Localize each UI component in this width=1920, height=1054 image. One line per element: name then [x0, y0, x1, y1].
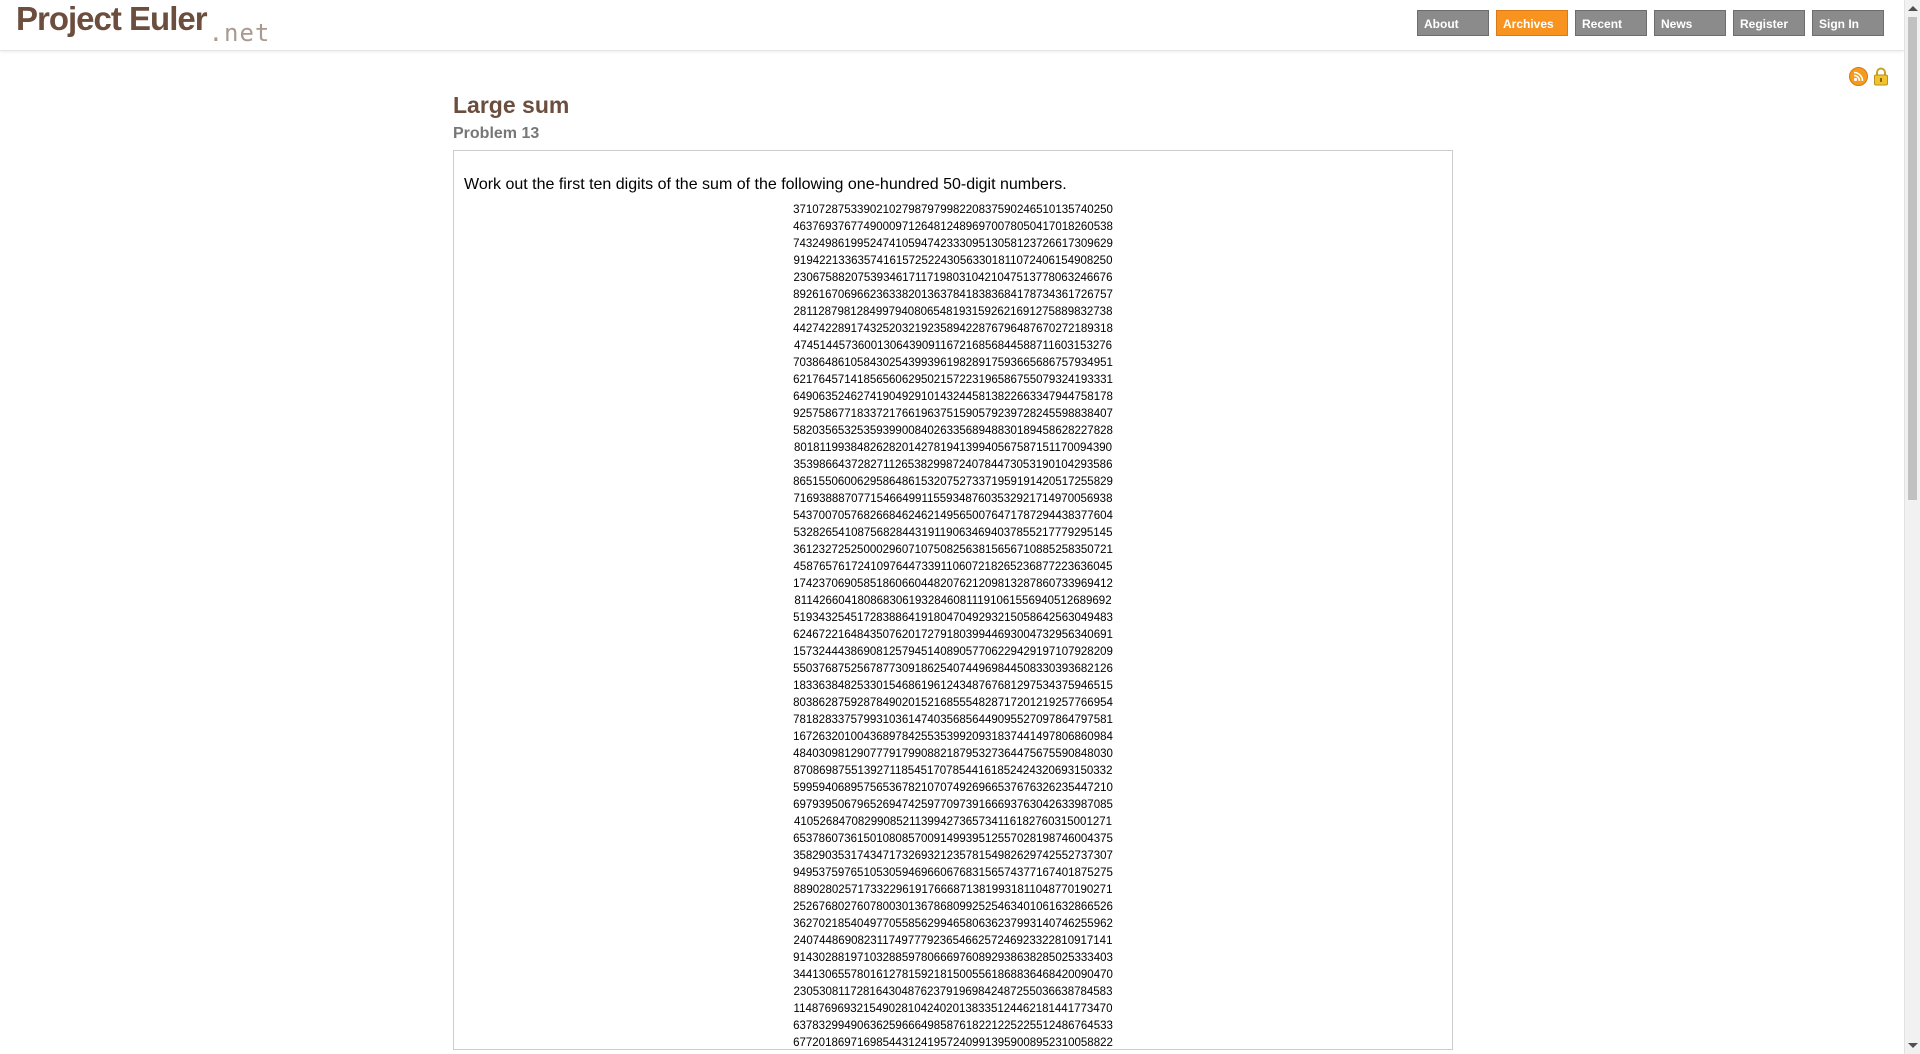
number-line: 4587657617241097644733911060721826523687… [793, 561, 1113, 573]
number-list: 3710728753390210279879799822083759024651… [464, 202, 1442, 1052]
number-line: 8114266041808683061932846081119106155694… [794, 595, 1112, 607]
logo-main-text: Project Euler [16, 0, 208, 37]
number-line: 9495375976510530594696606768315657437716… [793, 867, 1113, 879]
number-line: 9143028819710328859780666976089293863828… [793, 952, 1113, 964]
feed-icons [1849, 67, 1889, 86]
main-nav: About Archives Recent News Register Sign… [1417, 10, 1884, 36]
number-line: 6217645714185656062950215722319658675507… [793, 374, 1113, 386]
number-line: 4745144573600130643909116721685684458871… [793, 340, 1113, 352]
number-line: 4637693767749000971264812489697007805041… [793, 221, 1113, 233]
site-logo[interactable]: Project Euler.net [16, 0, 270, 47]
number-line: 3612327252500029607107508256381565671088… [793, 544, 1113, 556]
nav-sign-in[interactable]: Sign In [1812, 10, 1884, 36]
number-line: 2305308117281643048762379196984248725503… [793, 986, 1113, 998]
number-line: 7818283375799310361474035685644909552709… [793, 714, 1113, 726]
number-line: 2811287981284997940806548193159262169127… [793, 306, 1113, 318]
number-line: 8708698755139271185451707854416185242432… [793, 765, 1113, 777]
number-line: 3710728753390210279879799822083759024651… [793, 204, 1113, 216]
header-bar: Project Euler.net About Archives Recent … [0, 0, 1904, 51]
number-line: 5193432545172838864191804704929321505864… [793, 612, 1113, 624]
number-line: 5820356532535939900840263356894883018945… [793, 425, 1113, 437]
number-line: 6979395067965269474259770973916669376304… [793, 799, 1113, 811]
number-line: 9194221336357416157252243056330181107240… [793, 255, 1113, 267]
page-scrollbar[interactable] [1904, 0, 1920, 1054]
number-line: 3539866437282711265382998724078447305319… [793, 459, 1113, 471]
number-line: 4105268470829908521139942736573411618276… [793, 816, 1113, 828]
number-line: 3582903531743471732693212357815498262974… [793, 850, 1113, 862]
number-line: 2306758820753934617117198031042104751377… [793, 272, 1113, 284]
number-line: 2526768027607800301367868099252546340106… [793, 901, 1113, 913]
problem-description: Work out the first ten digits of the sum… [464, 176, 1067, 193]
number-line: 6246722164843507620172791803994469300473… [793, 629, 1113, 641]
number-line: 6772018697169854431241957240991395900895… [793, 1037, 1113, 1049]
number-line: 1573244438690812579451408905770622942919… [793, 646, 1113, 658]
problem-content-box: Work out the first ten digits of the sum… [453, 150, 1453, 1050]
number-line: 7038648610584302543993961982891759366568… [793, 357, 1113, 369]
number-line: 5437007057682668462462149565007647178729… [793, 510, 1113, 522]
scroll-up-arrow-icon[interactable] [1908, 6, 1918, 11]
number-line: 9257586771833721766196375159057923972824… [793, 408, 1113, 420]
nav-recent[interactable]: Recent [1575, 10, 1647, 36]
scroll-down-arrow-icon[interactable] [1908, 1043, 1918, 1048]
number-line: 5328265410875682844319119063469403785521… [793, 527, 1113, 539]
number-line: 5995940689575653678210707492696653767632… [793, 782, 1113, 794]
number-line: 1672632010043689784255353992093183744149… [793, 731, 1113, 743]
number-line: 3441306557801612781592181500556186883646… [793, 969, 1113, 981]
problem-number: Problem 13 [453, 125, 540, 142]
lock-icon[interactable] [1873, 67, 1889, 86]
page-title: Large sum [453, 92, 570, 118]
number-line: 7169388870771546649911559348760353292171… [793, 493, 1113, 505]
number-line: 3627021854049770558562994658063623799314… [793, 918, 1113, 930]
number-line: 8926167069662363382013637841838368417873… [793, 289, 1113, 301]
number-line: 8038628759287849020152168555482871720121… [793, 697, 1113, 709]
number-line: 6378329949063625966649858761822122522551… [793, 1020, 1113, 1032]
number-line: 1833638482533015468619612434876768129753… [793, 680, 1113, 692]
number-line: 6537860736150108085700914993951255702819… [793, 833, 1113, 845]
number-line: 6490635246274190492910143244581382266334… [793, 391, 1113, 403]
number-line: 1742370690585186066044820762120981328786… [793, 578, 1113, 590]
number-line: 8651550600629586486153207527337195919142… [793, 476, 1113, 488]
number-line: 8890280257173322961917666871381993181104… [793, 884, 1113, 896]
number-line: 4840309812907779179908821879532736447567… [793, 748, 1113, 760]
number-line: 2407448690823117497779236546625724692332… [793, 935, 1113, 947]
number-line: 5503768752567877309186254074496984450833… [793, 663, 1113, 675]
number-line: 7432498619952474105947423330951305812372… [793, 238, 1113, 250]
number-line: 1148769693215490281042402013833512446218… [793, 1003, 1113, 1015]
number-line: 4427422891743252032192358942287679648767… [793, 323, 1113, 335]
logo-net-text: .net [208, 19, 271, 47]
main-content: Large sum Problem 13 Work out the first … [453, 90, 1453, 1050]
number-line: 8018119938482628201427819413994056758715… [793, 442, 1113, 454]
rss-icon[interactable] [1849, 67, 1868, 86]
nav-register[interactable]: Register [1733, 10, 1805, 36]
nav-about[interactable]: About [1417, 10, 1489, 36]
nav-news[interactable]: News [1654, 10, 1726, 36]
scroll-thumb[interactable] [1908, 17, 1917, 500]
nav-archives[interactable]: Archives [1496, 10, 1568, 36]
